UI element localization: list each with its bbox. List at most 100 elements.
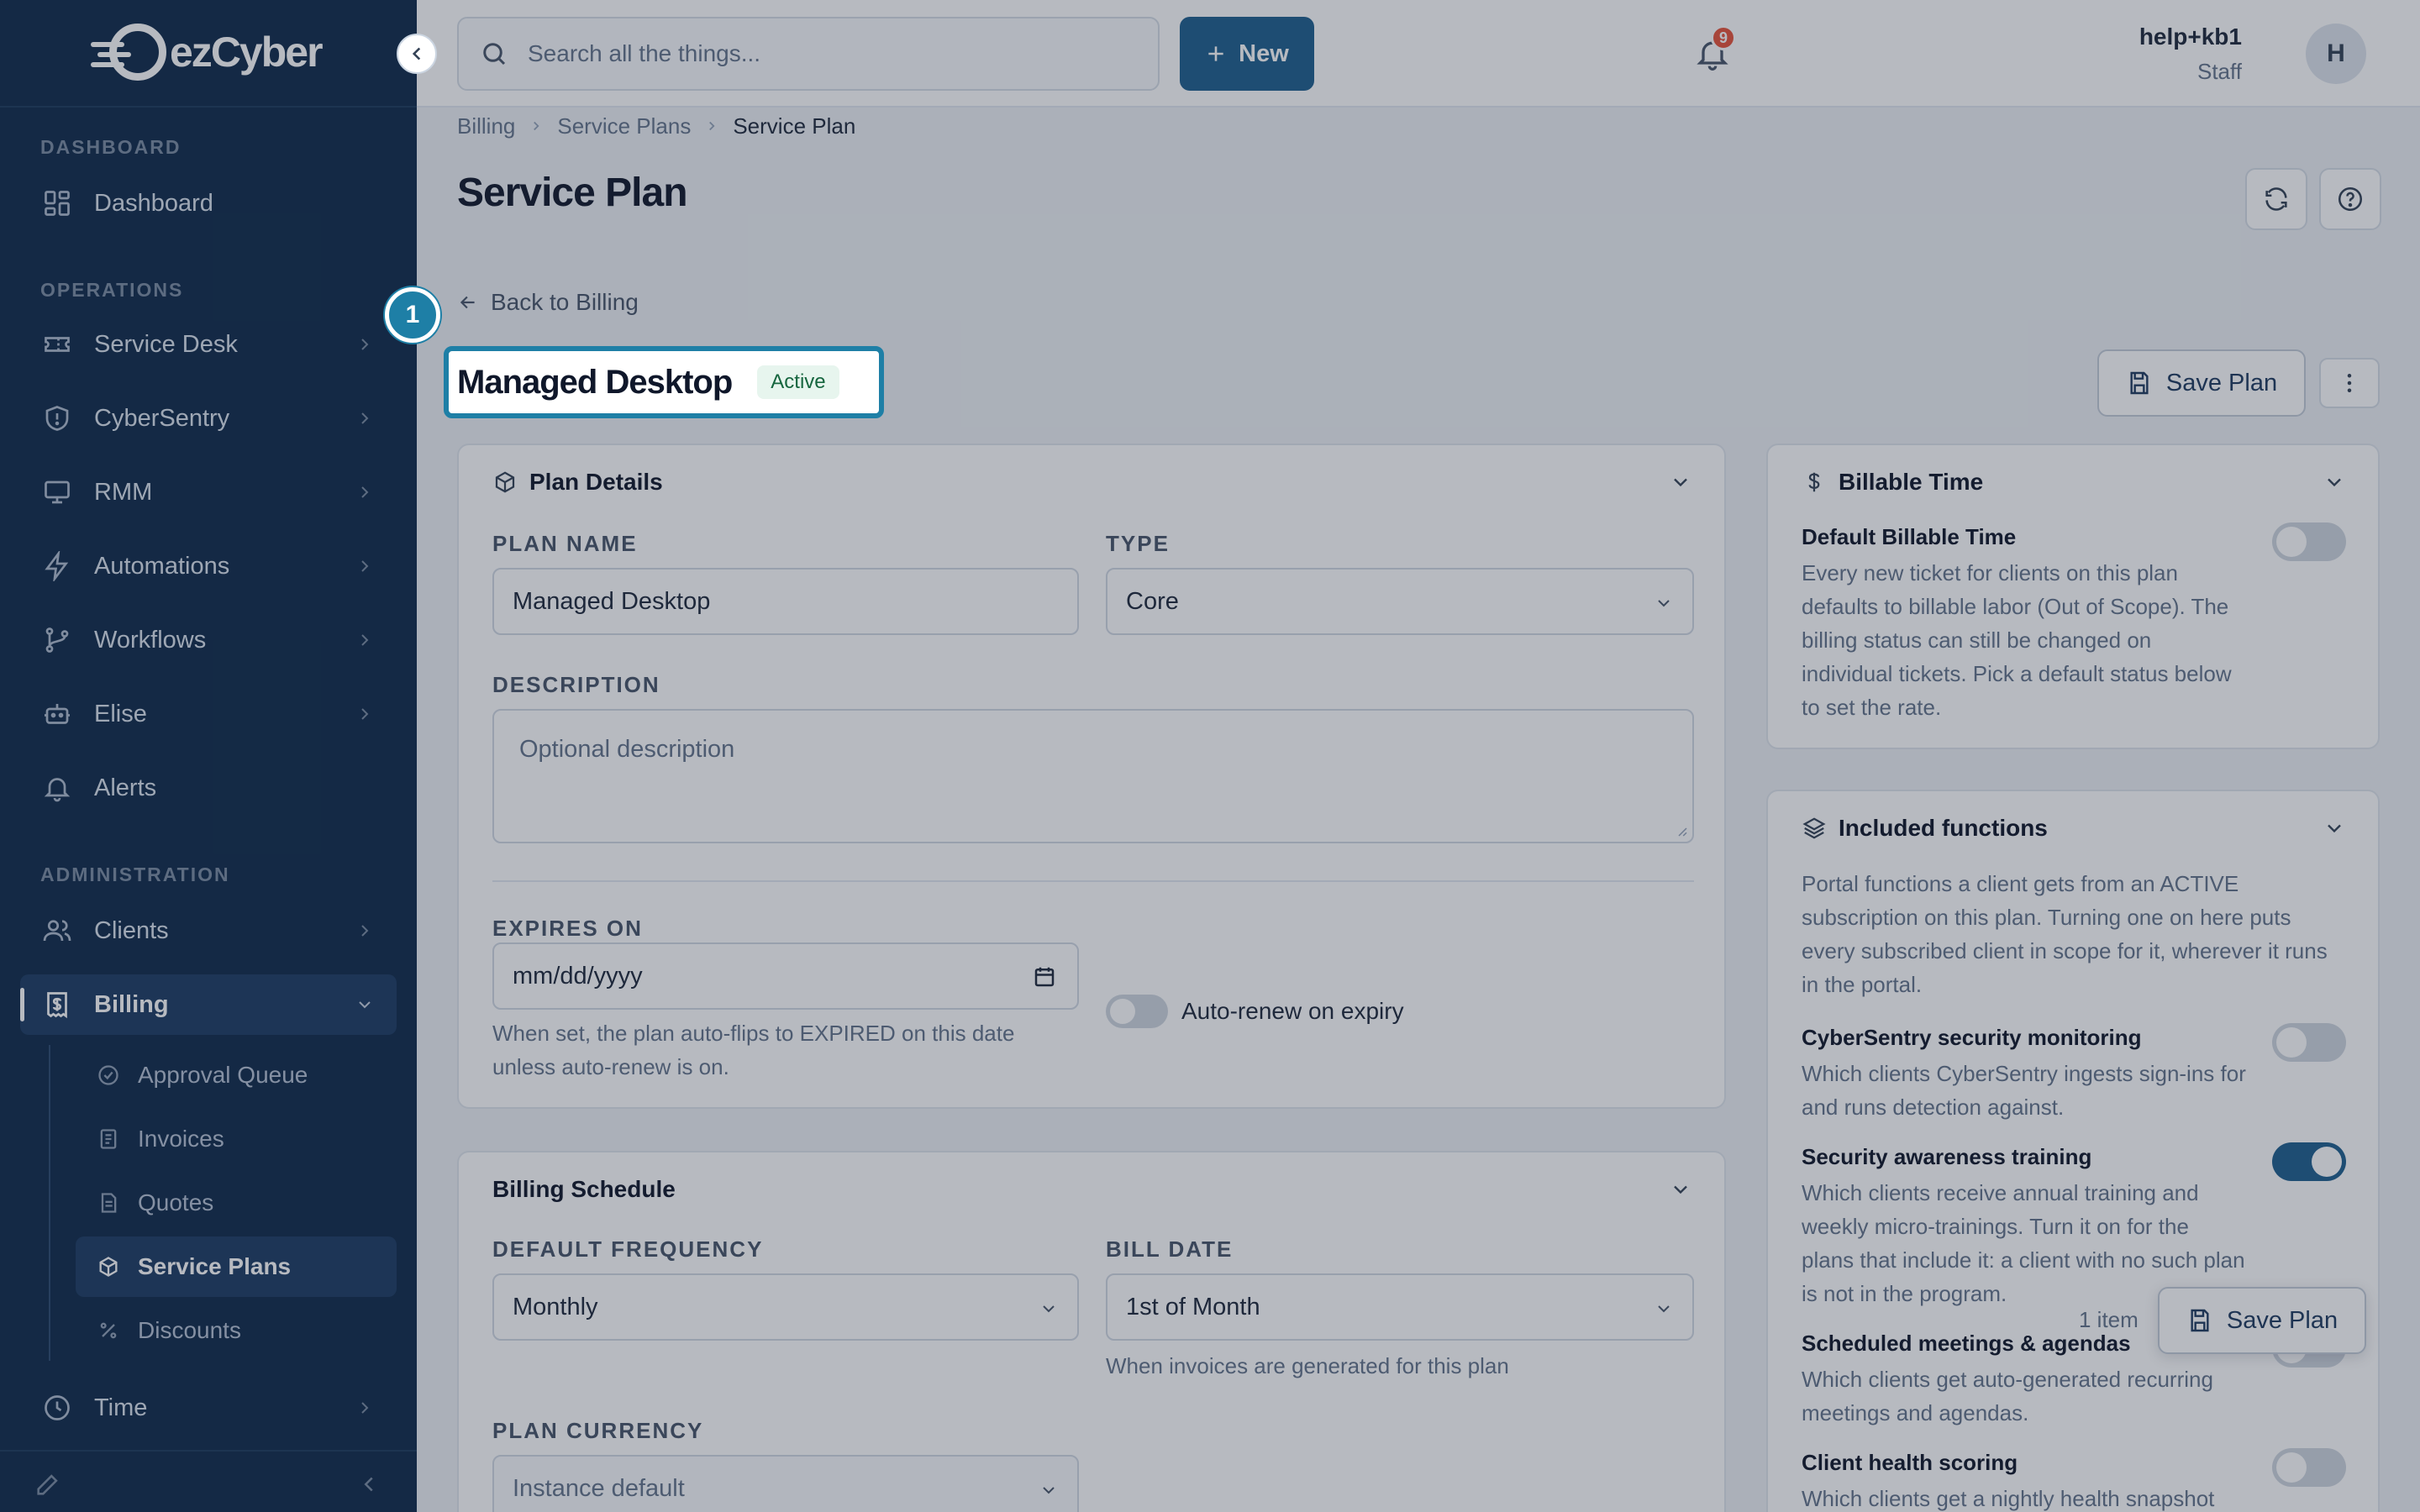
- billing-schedule-card: Billing Schedule DEFAULT FREQUENCY Month…: [457, 1151, 1726, 1512]
- sidebar-item-automations[interactable]: Automations: [20, 536, 397, 596]
- new-button[interactable]: New: [1180, 17, 1314, 91]
- section-label-administration: ADMINISTRATION: [40, 864, 230, 885]
- help-circle-icon: [2338, 186, 2363, 212]
- sidebar-toggle-button[interactable]: [397, 34, 437, 74]
- plus-icon: [1208, 46, 1223, 61]
- help-button[interactable]: [2319, 168, 2381, 230]
- included-functions-card: Included functions Portal functions a cl…: [1766, 790, 2380, 1512]
- chevron-down-icon: [1043, 1305, 1055, 1313]
- sidebar-subitem-discounts[interactable]: Discounts: [76, 1300, 397, 1361]
- edit-icon[interactable]: [34, 1470, 62, 1499]
- breadcrumb-billing[interactable]: Billing: [457, 113, 515, 139]
- auto-renew-label: Auto-renew on expiry: [1181, 998, 1404, 1024]
- sidebar-item-time[interactable]: Time: [20, 1378, 397, 1438]
- default-frequency-select[interactable]: Monthly: [492, 1273, 1079, 1341]
- bill-date-help: When invoices are generated for this pla…: [1106, 1353, 1509, 1378]
- chevron-right-icon: [361, 412, 369, 424]
- document-icon: [96, 1126, 121, 1152]
- function-desc-health-scoring: Which clients get a nightly health snaps…: [1802, 1486, 2215, 1511]
- file-text-icon: [96, 1190, 121, 1215]
- sidebar-item-elise[interactable]: Elise: [20, 684, 397, 744]
- check-circle-icon: [96, 1063, 121, 1088]
- description-textarea[interactable]: Optional description: [492, 709, 1694, 843]
- robot-icon: [39, 696, 76, 732]
- logo-text: ezCyber: [170, 29, 324, 76]
- sidebar-item-dashboard[interactable]: Dashboard: [20, 173, 397, 234]
- global-search[interactable]: [457, 17, 1160, 91]
- client-health-scoring-toggle[interactable]: [2272, 1448, 2346, 1487]
- back-to-billing-link[interactable]: Back to Billing: [457, 286, 639, 319]
- notification-count-badge: 9: [1711, 25, 1736, 50]
- percent-icon: [96, 1318, 121, 1343]
- bill-date-select[interactable]: 1st of Month: [1106, 1273, 1694, 1341]
- shield-icon: [39, 400, 76, 437]
- bell-icon: [39, 769, 76, 806]
- sidebar-subitem-quotes[interactable]: Quotes: [76, 1173, 397, 1233]
- sidebar-item-billing[interactable]: Billing: [20, 974, 397, 1035]
- sidebar-item-alerts[interactable]: Alerts: [20, 758, 397, 818]
- security-training-toggle[interactable]: [2272, 1142, 2346, 1181]
- save-icon: [2191, 1309, 2209, 1332]
- expires-help-text: When set, the plan auto-flips to EXPIRED…: [492, 1021, 1015, 1079]
- chevron-right-icon: [361, 925, 369, 937]
- type-select[interactable]: Core: [1106, 568, 1694, 635]
- sidebar-item-rmm[interactable]: RMM: [20, 462, 397, 522]
- sidebar-subitem-service-plans[interactable]: Service Plans: [76, 1236, 397, 1297]
- collapse-sidebar-icon[interactable]: [356, 1472, 381, 1497]
- app-logo[interactable]: ezCyber: [91, 22, 324, 82]
- calendar-icon[interactable]: [1032, 964, 1057, 990]
- branch-icon: [39, 622, 76, 659]
- refresh-icon: [2265, 187, 2287, 211]
- breadcrumb-current: Service Plan: [733, 113, 856, 139]
- ticket-icon: [39, 326, 76, 363]
- cybersentry-monitoring-toggle[interactable]: [2272, 1023, 2346, 1062]
- function-title-meetings: Scheduled meetings & agendas: [1802, 1331, 2131, 1356]
- sidebar-item-cybersentry[interactable]: CyberSentry: [20, 388, 397, 449]
- expires-on-date-input[interactable]: mm/dd/yyyy: [492, 942, 1079, 1010]
- chevron-down-icon[interactable]: [1669, 470, 1692, 494]
- avatar[interactable]: H: [2306, 24, 2366, 84]
- floating-save-plan-button[interactable]: Save Plan: [2158, 1287, 2366, 1354]
- sidebar-item-workflows[interactable]: Workflows: [20, 610, 397, 670]
- chevron-down-icon[interactable]: [2323, 470, 2346, 494]
- users-icon: [39, 912, 76, 949]
- tour-step-marker[interactable]: 1: [385, 287, 440, 343]
- user-role: Staff: [2196, 59, 2242, 84]
- expires-on-label: EXPIRES ON: [492, 916, 643, 941]
- sidebar-subitem-invoices[interactable]: Invoices: [76, 1109, 397, 1169]
- auto-renew-toggle[interactable]: [1106, 995, 1168, 1028]
- plan-currency-select[interactable]: Instance default: [492, 1455, 1079, 1512]
- grid-icon: [39, 185, 76, 222]
- sidebar-item-clients[interactable]: Clients: [20, 900, 397, 961]
- plan-header-highlight[interactable]: Managed Desktop Active: [444, 346, 884, 418]
- chevron-down-icon: [359, 1001, 371, 1009]
- chevron-right-icon: [709, 121, 715, 131]
- chevron-down-icon: [1043, 1487, 1055, 1494]
- chevron-down-icon[interactable]: [1669, 1178, 1692, 1201]
- receipt-icon: [39, 986, 76, 1023]
- section-label-operations: OPERATIONS: [40, 279, 184, 301]
- package-icon: [96, 1254, 121, 1279]
- function-title-security-training: Security awareness training: [1802, 1144, 2092, 1169]
- sidebar-item-service-desk[interactable]: Service Desk: [20, 314, 397, 375]
- search-input[interactable]: [528, 40, 1116, 67]
- refresh-button[interactable]: [2245, 168, 2307, 230]
- bill-date-label: BILL DATE: [1106, 1236, 1234, 1262]
- user-name[interactable]: help+kb1: [2139, 24, 2242, 50]
- chevron-right-icon: [361, 1402, 369, 1414]
- sidebar-subitem-approval-queue[interactable]: Approval Queue: [76, 1045, 397, 1105]
- resize-handle-icon[interactable]: [1674, 823, 1689, 838]
- default-billable-time-toggle[interactable]: [2272, 522, 2346, 561]
- plan-name-heading: Managed Desktop: [457, 363, 733, 401]
- plan-name-input[interactable]: Managed Desktop: [492, 568, 1079, 635]
- breadcrumb-service-plans[interactable]: Service Plans: [557, 113, 691, 139]
- save-plan-button[interactable]: Save Plan: [2097, 349, 2306, 417]
- chevron-down-icon[interactable]: [2323, 816, 2346, 840]
- page-title: Service Plan: [457, 171, 688, 215]
- save-icon: [2130, 371, 2149, 395]
- chevron-right-icon: [361, 634, 369, 646]
- clock-icon: [39, 1389, 76, 1426]
- more-options-button[interactable]: [2319, 358, 2380, 408]
- pending-changes-count: 1 item: [2079, 1307, 2139, 1332]
- breadcrumb: Billing Service Plans Service Plan: [457, 109, 855, 143]
